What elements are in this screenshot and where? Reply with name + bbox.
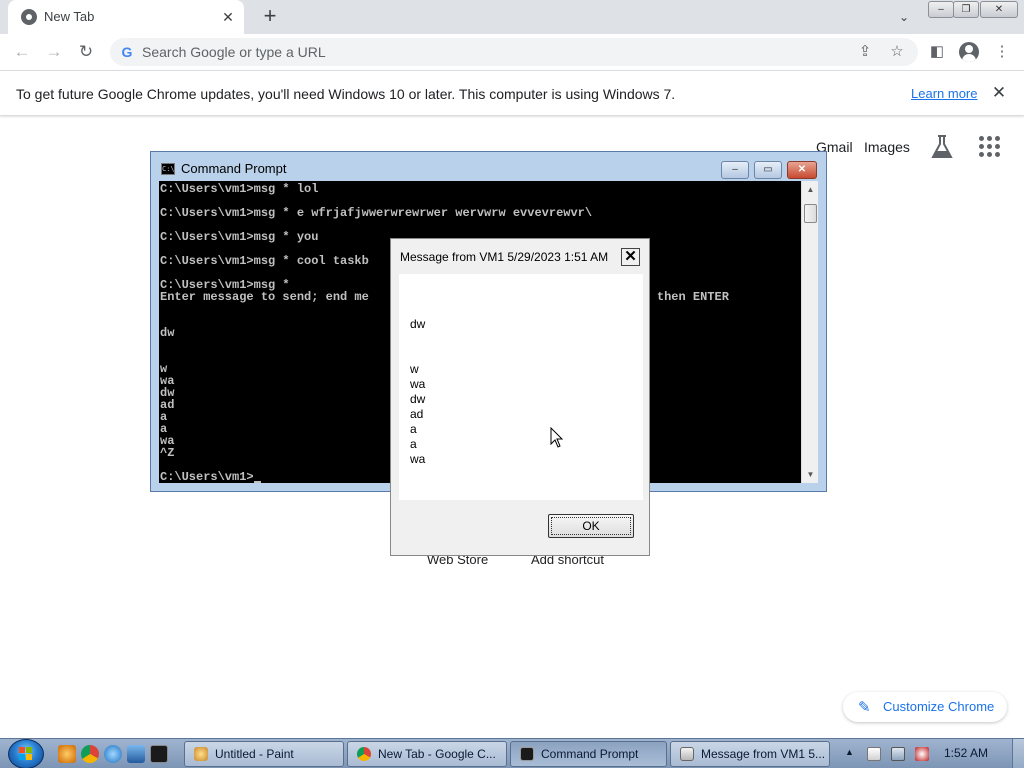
forward-icon[interactable]: → <box>42 40 66 64</box>
cmd-console-line: C:\Users\vm1>msg * cool taskb <box>160 254 369 268</box>
browser-toolbar: ← → ↻ G Search Google or type a URL ⇪ ☆ … <box>0 34 1024 70</box>
taskbar-button-chrome[interactable]: New Tab - Google C... <box>347 741 507 767</box>
cmd-maximize-button[interactable]: ▭ <box>754 161 782 179</box>
message-line: a <box>410 437 417 451</box>
star-icon[interactable]: ☆ <box>887 43 907 61</box>
windows-logo-icon <box>19 747 33 761</box>
desktop-icon[interactable] <box>127 745 145 763</box>
new-tab-button[interactable]: + <box>257 4 283 30</box>
customize-chrome-button[interactable]: ✎ Customize Chrome <box>843 692 1007 722</box>
cmd-console-line: C:\Users\vm1>msg * e wfrjafjwwerwrewrwer… <box>160 206 593 220</box>
learn-more-link[interactable]: Learn more <box>911 86 977 101</box>
message-body: dw w wa dw ad a a wa <box>399 274 643 500</box>
search-everything-icon[interactable] <box>58 745 76 763</box>
cmd-console-line: ^Z <box>160 446 175 460</box>
message-line: dw <box>410 317 426 331</box>
cmd-window-title: Command Prompt <box>181 161 287 176</box>
cmd-titlebar[interactable]: C:\ Command Prompt – ▭ ✕ <box>151 152 826 180</box>
message-close-button[interactable]: ✕ <box>621 248 640 266</box>
tab-strip: New Tab ✕ + ⌄ – ❐ ✕ <box>0 0 1024 34</box>
cmd-scrollbar[interactable]: ▲ ▼ <box>801 181 818 483</box>
message-line: w <box>410 362 419 376</box>
reload-icon[interactable]: ↻ <box>74 40 98 64</box>
images-link[interactable]: Images <box>864 139 910 155</box>
pencil-icon: ✎ <box>858 699 871 716</box>
cmd-console-line: C:\Users\vm1>msg * you <box>160 230 319 244</box>
taskbar-button-cmd[interactable]: Command Prompt <box>510 741 667 767</box>
taskbar-button-paint[interactable]: Untitled - Paint <box>184 741 344 767</box>
network-icon[interactable] <box>891 747 905 761</box>
chrome-favicon-icon <box>21 9 37 25</box>
message-dialog[interactable]: Message from VM1 5/29/2023 1:51 AM ✕ dw w… <box>390 238 650 556</box>
profile-icon[interactable] <box>959 42 979 62</box>
update-infobar: To get future Google Chrome updates, you… <box>0 70 1024 116</box>
share-icon[interactable]: ⇪ <box>855 43 875 61</box>
ie-icon[interactable] <box>104 745 122 763</box>
address-bar[interactable]: G Search Google or type a URL ⇪ ☆ <box>110 38 918 66</box>
scroll-down-icon[interactable]: ▼ <box>802 466 819 483</box>
taskbar-button-message[interactable]: Message from VM1 5... <box>670 741 830 767</box>
restore-button[interactable]: ❐ <box>953 1 979 18</box>
start-button[interactable] <box>8 739 44 768</box>
google-apps-icon[interactable] <box>979 136 1001 158</box>
text-cursor <box>253 481 261 483</box>
chrome-icon[interactable] <box>81 745 99 763</box>
taskbar-label: Command Prompt <box>541 747 639 761</box>
menu-icon[interactable]: ⋮ <box>991 41 1013 63</box>
show-desktop-button[interactable] <box>1012 739 1024 768</box>
cmd-minimize-button[interactable]: – <box>721 161 749 179</box>
paint-icon <box>194 747 208 761</box>
address-placeholder: Search Google or type a URL <box>142 44 326 60</box>
volume-muted-icon[interactable] <box>915 747 929 761</box>
ok-button-label: OK <box>551 517 631 535</box>
tab-close-icon[interactable]: ✕ <box>218 7 238 27</box>
cmd-icon <box>520 747 534 761</box>
sidepanel-icon[interactable]: ◧ <box>926 41 948 63</box>
minimize-button[interactable]: – <box>928 1 954 18</box>
tab-title: New Tab <box>44 9 95 24</box>
cmd-app-icon: C:\ <box>161 163 175 175</box>
taskbar-label: New Tab - Google C... <box>378 747 496 761</box>
tab-new-tab[interactable]: New Tab ✕ <box>8 0 244 34</box>
message-line: wa <box>410 452 426 466</box>
taskbar: Untitled - Paint New Tab - Google C... C… <box>0 738 1024 768</box>
message-line: ad <box>410 407 424 421</box>
taskbar-clock[interactable]: 1:52 AM <box>944 746 988 760</box>
message-line: a <box>410 422 417 436</box>
ok-button[interactable]: OK <box>548 514 634 538</box>
google-icon: G <box>121 44 133 60</box>
cmd-quicklaunch-icon[interactable] <box>150 745 168 763</box>
show-hidden-icons-icon[interactable]: ▲ <box>845 747 854 757</box>
customize-chrome-label: Customize Chrome <box>883 699 995 714</box>
infobar-close-icon[interactable]: ✕ <box>988 82 1010 104</box>
tab-search-icon[interactable]: ⌄ <box>893 7 915 27</box>
message-line: dw <box>410 392 426 406</box>
labs-flask-icon[interactable] <box>930 134 954 160</box>
cmd-console-line: C:\Users\vm1> <box>160 470 254 483</box>
infobar-message: To get future Google Chrome updates, you… <box>16 86 676 102</box>
cmd-console-line: dw <box>160 326 175 340</box>
back-icon[interactable]: ← <box>10 40 34 64</box>
mouse-cursor-icon <box>550 427 564 448</box>
message-dialog-title: Message from VM1 5/29/2023 1:51 AM <box>400 250 609 264</box>
scroll-up-icon[interactable]: ▲ <box>802 181 819 198</box>
taskbar-label: Message from VM1 5... <box>701 747 826 761</box>
chrome-icon <box>357 747 371 761</box>
message-window-icon <box>680 747 694 761</box>
taskbar-label: Untitled - Paint <box>215 747 294 761</box>
scroll-thumb[interactable] <box>804 204 817 223</box>
message-line: wa <box>410 377 426 391</box>
cmd-close-button[interactable]: ✕ <box>787 161 817 179</box>
close-window-button[interactable]: ✕ <box>980 1 1018 18</box>
cmd-console-line: C:\Users\vm1>msg * lol <box>160 182 319 196</box>
action-center-icon[interactable] <box>867 747 881 761</box>
